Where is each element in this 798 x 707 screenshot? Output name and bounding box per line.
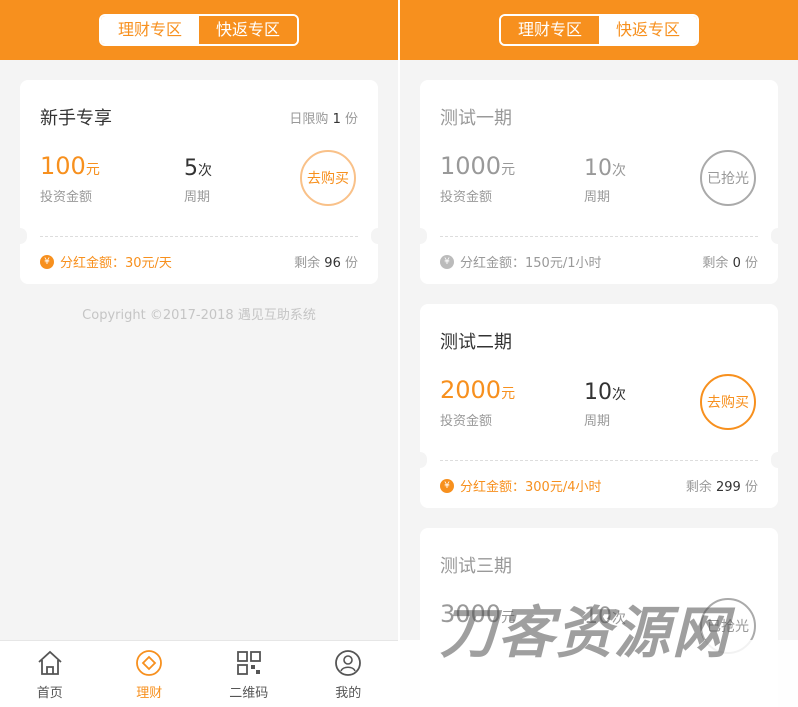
dividend-info: ¥ 分红金额：300元/4小时 [440,476,601,495]
cycle-count: 5次 [184,156,212,181]
coin-icon: ¥ [440,254,454,269]
remaining-count: 剩余 0 份 [702,256,758,271]
zone-switch: 理财专区 快返专区 [499,14,699,46]
home-icon [38,650,62,675]
investment-amount: 2000元 [440,376,516,404]
tab-fast-return-zone[interactable]: 快返专区 [599,16,697,44]
top-bar: 理财专区 快返专区 [0,0,398,60]
nav-qrcode[interactable]: 二维码 [199,641,299,707]
copyright-text: Copyright ©2017-2018 遇见互助系统 [82,308,316,323]
tab-finance-zone[interactable]: 理财专区 [101,16,199,44]
tab-fast-return-zone[interactable]: 快返专区 [199,16,297,44]
left-screen: 理财专区 快返专区 新手专享 日限购 1 份 100元 投资金额 5次 周期 去… [0,0,398,707]
cycle-label: 周期 [184,190,211,205]
dividend-info: ¥ 分红金额：30元/天 [40,252,172,271]
zone-switch: 理财专区 快返专区 [99,14,299,46]
product-title: 测试二期 [440,332,512,353]
qrcode-icon [236,650,261,675]
investment-amount: 100元 [40,152,100,180]
card-footer: ¥ 分红金额：300元/4小时 剩余 299 份 [440,476,758,495]
cycle-label: 周期 [584,190,611,205]
product-title: 新手专享 [40,108,112,129]
investment-amount-label: 投资金额 [440,414,493,429]
nav-mine[interactable]: 我的 [299,641,399,707]
investment-amount: 1000元 [440,152,516,180]
bottom-nav: 首页 理财 二维码 我的 [0,640,398,707]
divider [40,236,358,237]
product-card[interactable]: 测试一期 1000元 投资金额 10次 周期 已抢光 ¥ 分红金额：150元/1… [413,80,785,284]
finance-icon [136,649,163,676]
watermark: 刀客资源网 [440,601,730,666]
sold-out-badge: 已抢光 [700,150,756,206]
buy-button[interactable]: 去购买 [700,374,756,430]
product-title: 测试三期 [440,556,512,577]
product-card[interactable]: 测试二期 2000元 投资金额 10次 周期 去购买 ¥ 分红金额：300元/4… [413,304,785,508]
product-title: 测试一期 [440,108,512,129]
card-footer: ¥ 分红金额：30元/天 剩余 96 份 [40,252,358,271]
cycle-count: 10次 [584,380,626,405]
divider [440,460,758,461]
coin-icon: ¥ [440,478,454,493]
card-footer: ¥ 分红金额：150元/1小时 剩余 0 份 [440,252,758,271]
cycle-label: 周期 [584,414,611,429]
remaining-count: 剩余 96 份 [294,256,358,271]
daily-limit: 日限购 1 份 [289,112,358,127]
remaining-count: 剩余 299 份 [685,480,758,495]
nav-finance[interactable]: 理财 [100,641,200,707]
investment-amount-label: 投资金额 [40,190,93,205]
top-bar: 理财专区 快返专区 [400,0,798,60]
divider [440,236,758,237]
cycle-count: 10次 [584,156,626,181]
product-card[interactable]: 新手专享 日限购 1 份 100元 投资金额 5次 周期 去购买 ¥ 分红金额：… [13,80,385,284]
tab-finance-zone[interactable]: 理财专区 [501,16,599,44]
investment-amount-label: 投资金额 [440,190,493,205]
nav-home[interactable]: 首页 [0,641,100,707]
user-icon [335,649,362,676]
buy-button[interactable]: 去购买 [300,150,356,206]
dividend-info: ¥ 分红金额：150元/1小时 [440,252,601,271]
coin-icon: ¥ [40,254,54,269]
